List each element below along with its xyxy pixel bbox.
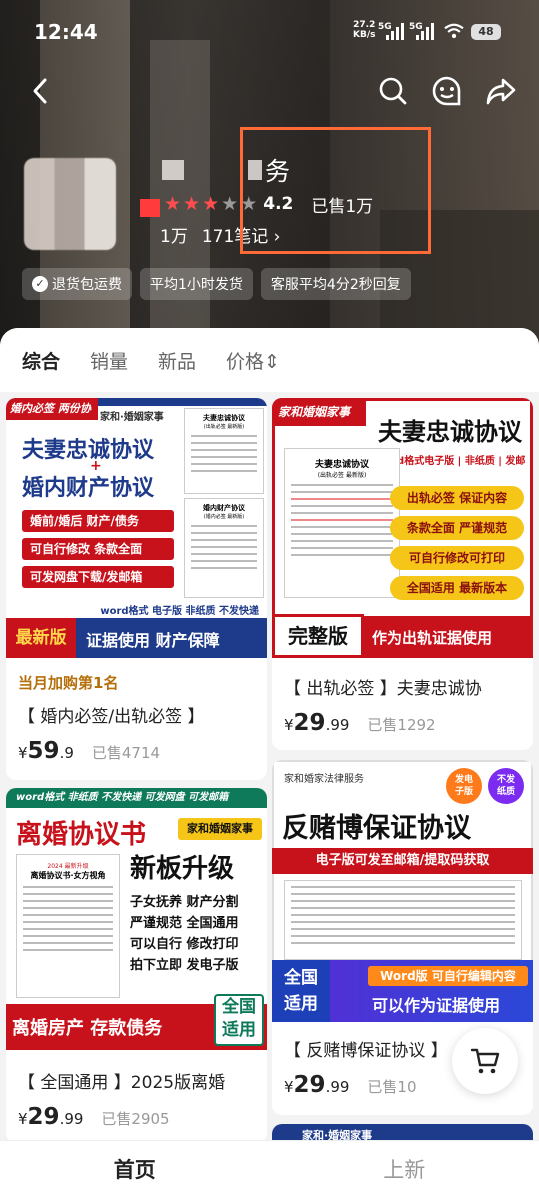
status-time: 12:44 — [34, 20, 98, 44]
price-row: ¥29.99 已售1292 — [284, 710, 436, 736]
highlight-frame — [240, 127, 431, 254]
product-card[interactable]: word格式 非纸质 不发快递 可发网盘 可发邮箱 离婚协议书 家和婚姻家事 新… — [6, 788, 267, 1143]
service-tag: ✓ 退货包运费 — [22, 268, 132, 300]
bottom-tab-bar: 首页 上新 — [0, 1140, 539, 1200]
wifi-icon — [444, 23, 464, 39]
store-avatar[interactable] — [24, 158, 116, 250]
cart-icon — [470, 1048, 500, 1074]
blurred-badge — [140, 199, 160, 217]
star-icon: ★ — [183, 193, 201, 215]
filter-comprehensive[interactable]: 综合 — [22, 347, 60, 374]
sold-count: 已售1292 — [367, 716, 436, 734]
product-card[interactable]: 家和婚姻家事 夫妻忠诚协议 word格式电子版 | 非纸质 | 发邮箱 夫妻忠诚… — [272, 398, 533, 750]
product-image: 家和婚家法律服务 发电 子版 不发 纸质 反赌博保证协议 电子版可发至邮箱/提取码获… — [272, 760, 533, 1022]
customer-service-icon[interactable] — [430, 74, 464, 108]
share-icon[interactable] — [484, 74, 518, 108]
price-row: ¥59.9 已售4714 — [18, 738, 161, 764]
document-preview: 婚内财产协议 (婚内必签 最新版) — [184, 498, 264, 598]
sold-count: 已售2905 — [101, 1110, 170, 1128]
back-icon[interactable] — [24, 74, 58, 108]
tab-new-arrivals[interactable]: 上新 — [270, 1141, 539, 1200]
status-bar: 12:44 27.2 KB/s 5G 5G 48 — [0, 0, 539, 64]
star-icon: ★ — [202, 193, 220, 215]
star-icon: ★ — [164, 193, 182, 215]
product-title: 【 全国通用 】2025版离婚 — [18, 1073, 226, 1093]
blurred-name — [162, 160, 184, 180]
document-preview: 2024 最新升级 离婚协议书·女方视角 — [16, 854, 120, 998]
document-preview: 夫妻忠诚协议 (出轨必签 最新版) — [284, 448, 400, 598]
product-title: 【 婚内必签/出轨必签 】 — [18, 707, 205, 727]
shield-check-icon: ✓ — [32, 276, 48, 292]
signal-icon — [386, 22, 408, 40]
filter-sales[interactable]: 销量 — [90, 347, 128, 374]
filter-new[interactable]: 新品 — [158, 347, 196, 374]
sold-count: 已售4714 — [91, 744, 161, 762]
sold-count: 已售10 — [367, 1078, 417, 1096]
product-card[interactable]: 婚内必签 两份协议 家和·婚姻家事 夫妻忠诚协议 + 婚内财产协议 夫妻忠诚协议… — [6, 398, 267, 780]
product-image: word格式 非纸质 不发快递 可发网盘 可发邮箱 离婚协议书 家和婚姻家事 新… — [6, 788, 267, 1050]
product-image: 家和婚姻家事 夫妻忠诚协议 word格式电子版 | 非纸质 | 发邮箱 夫妻忠诚… — [272, 398, 533, 658]
promo-label: 当月加购第1名 — [18, 674, 119, 692]
price-row: ¥29.99 已售10 — [284, 1072, 417, 1098]
document-preview: 夫妻忠诚协议 (出轨必签 最新版) — [184, 408, 264, 494]
followers-count: 1万 — [160, 227, 188, 247]
network-speed: 27.2 KB/s — [353, 20, 376, 40]
price-row: ¥29.99 已售2905 — [18, 1104, 170, 1130]
document-preview — [284, 880, 522, 960]
battery-icon: 48 — [471, 24, 501, 40]
signal-icon — [416, 22, 438, 40]
service-tags: ✓ 退货包运费 平均1小时发货 客服平均4分2秒回复 — [22, 268, 411, 300]
product-image: 婚内必签 两份协议 家和·婚姻家事 夫妻忠诚协议 + 婚内财产协议 夫妻忠诚协议… — [6, 398, 267, 658]
cart-button[interactable] — [452, 1028, 518, 1094]
filter-price[interactable]: 价格⇕ — [226, 347, 280, 374]
product-title: 【 出轨必签 】夫妻忠诚协 — [284, 679, 482, 699]
filter-bar: 综合 销量 新品 价格⇕ — [0, 328, 539, 392]
product-sheet: 综合 销量 新品 价格⇕ 婚内必签 两份协议 家和·婚姻家事 夫妻忠诚协议 + … — [0, 328, 539, 1158]
search-icon[interactable] — [376, 74, 410, 108]
service-tag: 平均1小时发货 — [140, 268, 253, 300]
service-tag: 客服平均4分2秒回复 — [260, 268, 411, 300]
star-icon: ★ — [221, 193, 239, 215]
tab-home[interactable]: 首页 — [0, 1141, 270, 1200]
